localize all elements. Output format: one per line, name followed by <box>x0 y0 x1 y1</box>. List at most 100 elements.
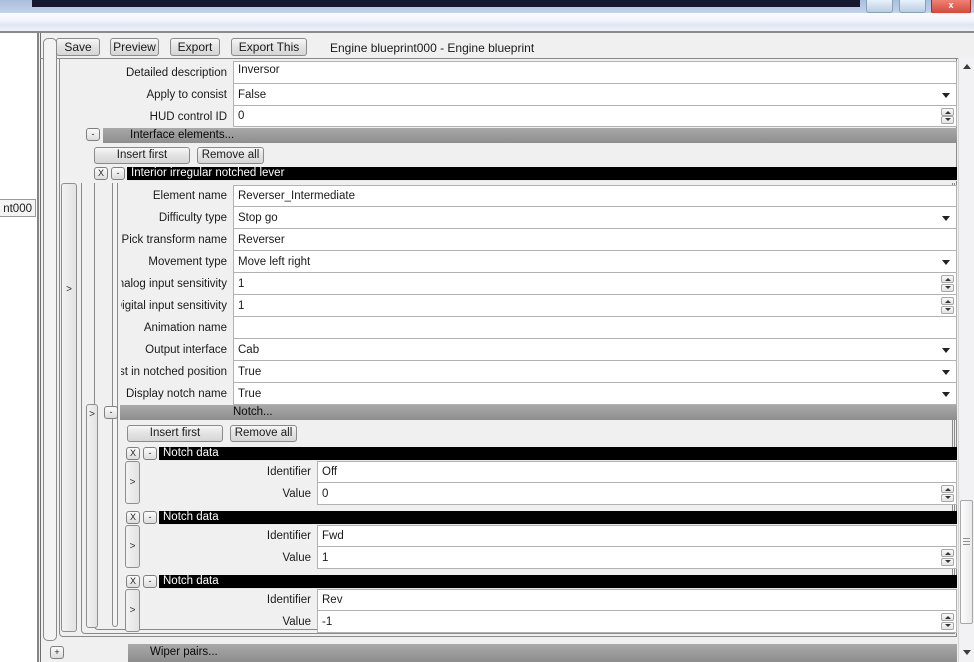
element-header[interactable]: Interior irregular notched lever <box>127 167 957 181</box>
scrollbar-thumb[interactable] <box>960 500 973 624</box>
spin-down-icon[interactable] <box>941 284 954 292</box>
field-label: Value <box>141 547 311 569</box>
notch-delete-button[interactable]: X <box>126 511 140 524</box>
spin-up-icon[interactable] <box>941 297 954 305</box>
notch-collapse-button[interactable]: - <box>104 406 118 419</box>
notch-header[interactable]: Notch... <box>120 405 957 420</box>
notch-insert-first-button[interactable]: Insert first <box>127 425 223 442</box>
field-input[interactable]: Reverser_Intermediate <box>233 185 957 207</box>
field-combo[interactable]: Move left right <box>233 251 957 273</box>
element-delete-button[interactable]: X <box>94 167 108 180</box>
spinner-buttons[interactable] <box>941 613 954 630</box>
notch-collapse-button[interactable]: - <box>143 575 157 588</box>
minimize-button[interactable] <box>866 0 893 13</box>
field-spinner[interactable]: 1 <box>233 295 957 317</box>
chevron-down-icon[interactable] <box>942 370 950 375</box>
wiper-pairs-header[interactable]: Wiper pairs... <box>128 644 957 662</box>
tree-panel <box>0 33 37 662</box>
field-combo[interactable]: Cab <box>233 339 957 361</box>
spin-down-icon[interactable] <box>941 116 954 124</box>
notch-data-header[interactable]: Notch data <box>159 511 957 525</box>
field-spinner[interactable]: 0 <box>317 483 957 505</box>
wiper-pairs-expand-button[interactable]: + <box>50 646 64 659</box>
menu-band <box>0 13 974 31</box>
maximize-button[interactable] <box>899 0 926 13</box>
field-combo[interactable]: False <box>233 84 957 106</box>
field-input[interactable] <box>233 317 957 339</box>
window-top-border <box>0 31 974 33</box>
notch-expander-button[interactable]: > <box>125 525 140 568</box>
notch-delete-button[interactable]: X <box>126 575 140 588</box>
spin-up-icon[interactable] <box>941 108 954 116</box>
notch-delete-button[interactable]: X <box>126 447 140 460</box>
save-button[interactable]: Save <box>56 38 100 56</box>
app-window: x nt000 Save Preview Export Export This … <box>0 0 974 662</box>
chevron-down-icon[interactable] <box>942 260 950 265</box>
insert-first-button[interactable]: Insert first <box>94 147 190 164</box>
spin-up-icon[interactable] <box>941 549 954 557</box>
spinner-buttons[interactable] <box>941 485 954 502</box>
close-button[interactable]: x <box>931 0 971 14</box>
spin-up-icon[interactable] <box>941 275 954 283</box>
chevron-down-icon[interactable] <box>942 216 950 221</box>
export-button[interactable]: Export <box>170 38 220 56</box>
notch-expander-button[interactable]: > <box>125 589 140 632</box>
chevron-right-icon: > <box>126 605 139 616</box>
field-input[interactable]: Inversor <box>233 61 957 84</box>
field-input[interactable]: Fwd <box>317 525 957 547</box>
export-this-button[interactable]: Export This <box>231 38 307 56</box>
vertical-scrollbar[interactable] <box>958 58 974 662</box>
chevron-down-icon[interactable] <box>942 348 950 353</box>
spin-up-icon[interactable] <box>941 485 954 493</box>
spinner-buttons[interactable] <box>941 549 954 566</box>
field-combo[interactable]: True <box>233 383 957 405</box>
chevron-down-icon[interactable] <box>942 93 950 98</box>
field-spinner[interactable]: 0 <box>233 106 957 127</box>
chevron-right-icon: > <box>62 284 76 295</box>
spin-up-icon[interactable] <box>941 613 954 621</box>
tree-node-blueprint000[interactable]: nt000 <box>0 199 36 217</box>
notch-data-header[interactable]: Notch data <box>159 575 957 589</box>
scroll-up-icon[interactable] <box>963 64 971 69</box>
field-label: Apply to consist <box>41 84 227 106</box>
element-collapse-button[interactable]: - <box>111 167 125 180</box>
field-input[interactable]: Reverser <box>233 229 957 251</box>
field-combo[interactable]: True <box>233 361 957 383</box>
chevron-right-icon: > <box>126 477 139 488</box>
title-bar-dark-band <box>32 0 860 7</box>
notch-remove-all-button[interactable]: Remove all <box>230 425 297 442</box>
spinner-buttons[interactable] <box>941 108 954 124</box>
spinner-buttons[interactable] <box>941 297 954 314</box>
field-spinner[interactable]: 1 <box>233 273 957 295</box>
interface-elements-header[interactable]: Interface elements... <box>103 128 957 143</box>
element-expander-button[interactable]: > <box>61 183 77 632</box>
blueprint-title: Engine blueprint000 - Engine blueprint <box>330 41 534 55</box>
notch-collapse-button[interactable]: - <box>143 447 157 460</box>
chevron-down-icon[interactable] <box>942 392 950 397</box>
field-input[interactable]: Off <box>317 461 957 483</box>
field-input[interactable]: Rev <box>317 589 957 611</box>
field-combo[interactable]: Stop go <box>233 207 957 229</box>
notch-group-expander-button[interactable]: > <box>86 404 98 628</box>
spin-down-icon[interactable] <box>941 622 954 630</box>
scroll-down-icon[interactable] <box>963 650 971 655</box>
notch-expander-button[interactable]: > <box>125 461 140 504</box>
spin-down-icon[interactable] <box>941 306 954 314</box>
field-label: Animation name <box>121 317 227 339</box>
interface-elements-collapse-button[interactable]: - <box>86 128 100 141</box>
remove-all-button[interactable]: Remove all <box>197 147 264 164</box>
field-label: Identifier <box>141 461 311 483</box>
spin-down-icon[interactable] <box>941 558 954 566</box>
spinner-buttons[interactable] <box>941 275 954 292</box>
notch-data-header[interactable]: Notch data <box>159 447 957 461</box>
field-label: Identifier <box>141 589 311 611</box>
spin-down-icon[interactable] <box>941 494 954 502</box>
field-label: Value <box>141 611 311 633</box>
field-label: Display notch name <box>121 383 227 405</box>
panel-divider[interactable] <box>37 33 39 662</box>
preview-button[interactable]: Preview <box>110 38 159 56</box>
notch-collapse-button[interactable]: - <box>143 511 157 524</box>
field-spinner[interactable]: 1 <box>317 547 957 569</box>
field-spinner[interactable]: -1 <box>317 611 957 633</box>
field-label: HUD control ID <box>41 106 227 127</box>
